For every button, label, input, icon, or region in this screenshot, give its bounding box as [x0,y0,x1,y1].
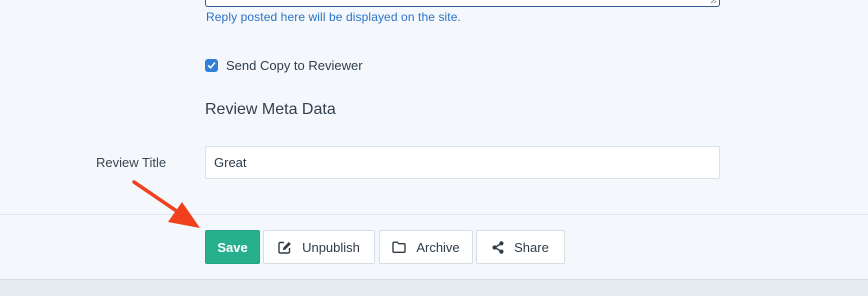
archive-button-label: Archive [416,239,460,255]
unpublish-button[interactable]: Unpublish [263,230,375,264]
resize-grip-icon[interactable] [710,0,717,4]
unpublish-button-label: Unpublish [302,239,360,255]
section-title: Review Meta Data [205,101,336,118]
share-button[interactable]: Share [476,230,565,264]
archive-button[interactable]: Archive [379,230,473,264]
footer-band [0,279,868,296]
send-copy-checkbox[interactable] [205,59,218,72]
review-title-input[interactable] [205,146,720,179]
share-button-label: Share [514,239,549,255]
send-copy-label: Send Copy to Reviewer [226,58,363,73]
reply-help-text: Reply posted here will be displayed on t… [206,10,461,24]
review-title-label: Review Title [96,155,167,170]
send-copy-checkbox-row[interactable]: Send Copy to Reviewer [205,58,363,73]
save-button-label: Save [217,239,248,255]
annotation-arrow-icon [132,180,200,228]
save-button[interactable]: Save [205,230,260,264]
review-edit-page: Reply posted here will be displayed on t… [0,0,868,296]
reply-textarea[interactable] [205,0,720,7]
check-icon [207,62,216,69]
edit-icon [278,241,292,254]
folder-icon [392,241,407,253]
share-icon [492,240,504,254]
